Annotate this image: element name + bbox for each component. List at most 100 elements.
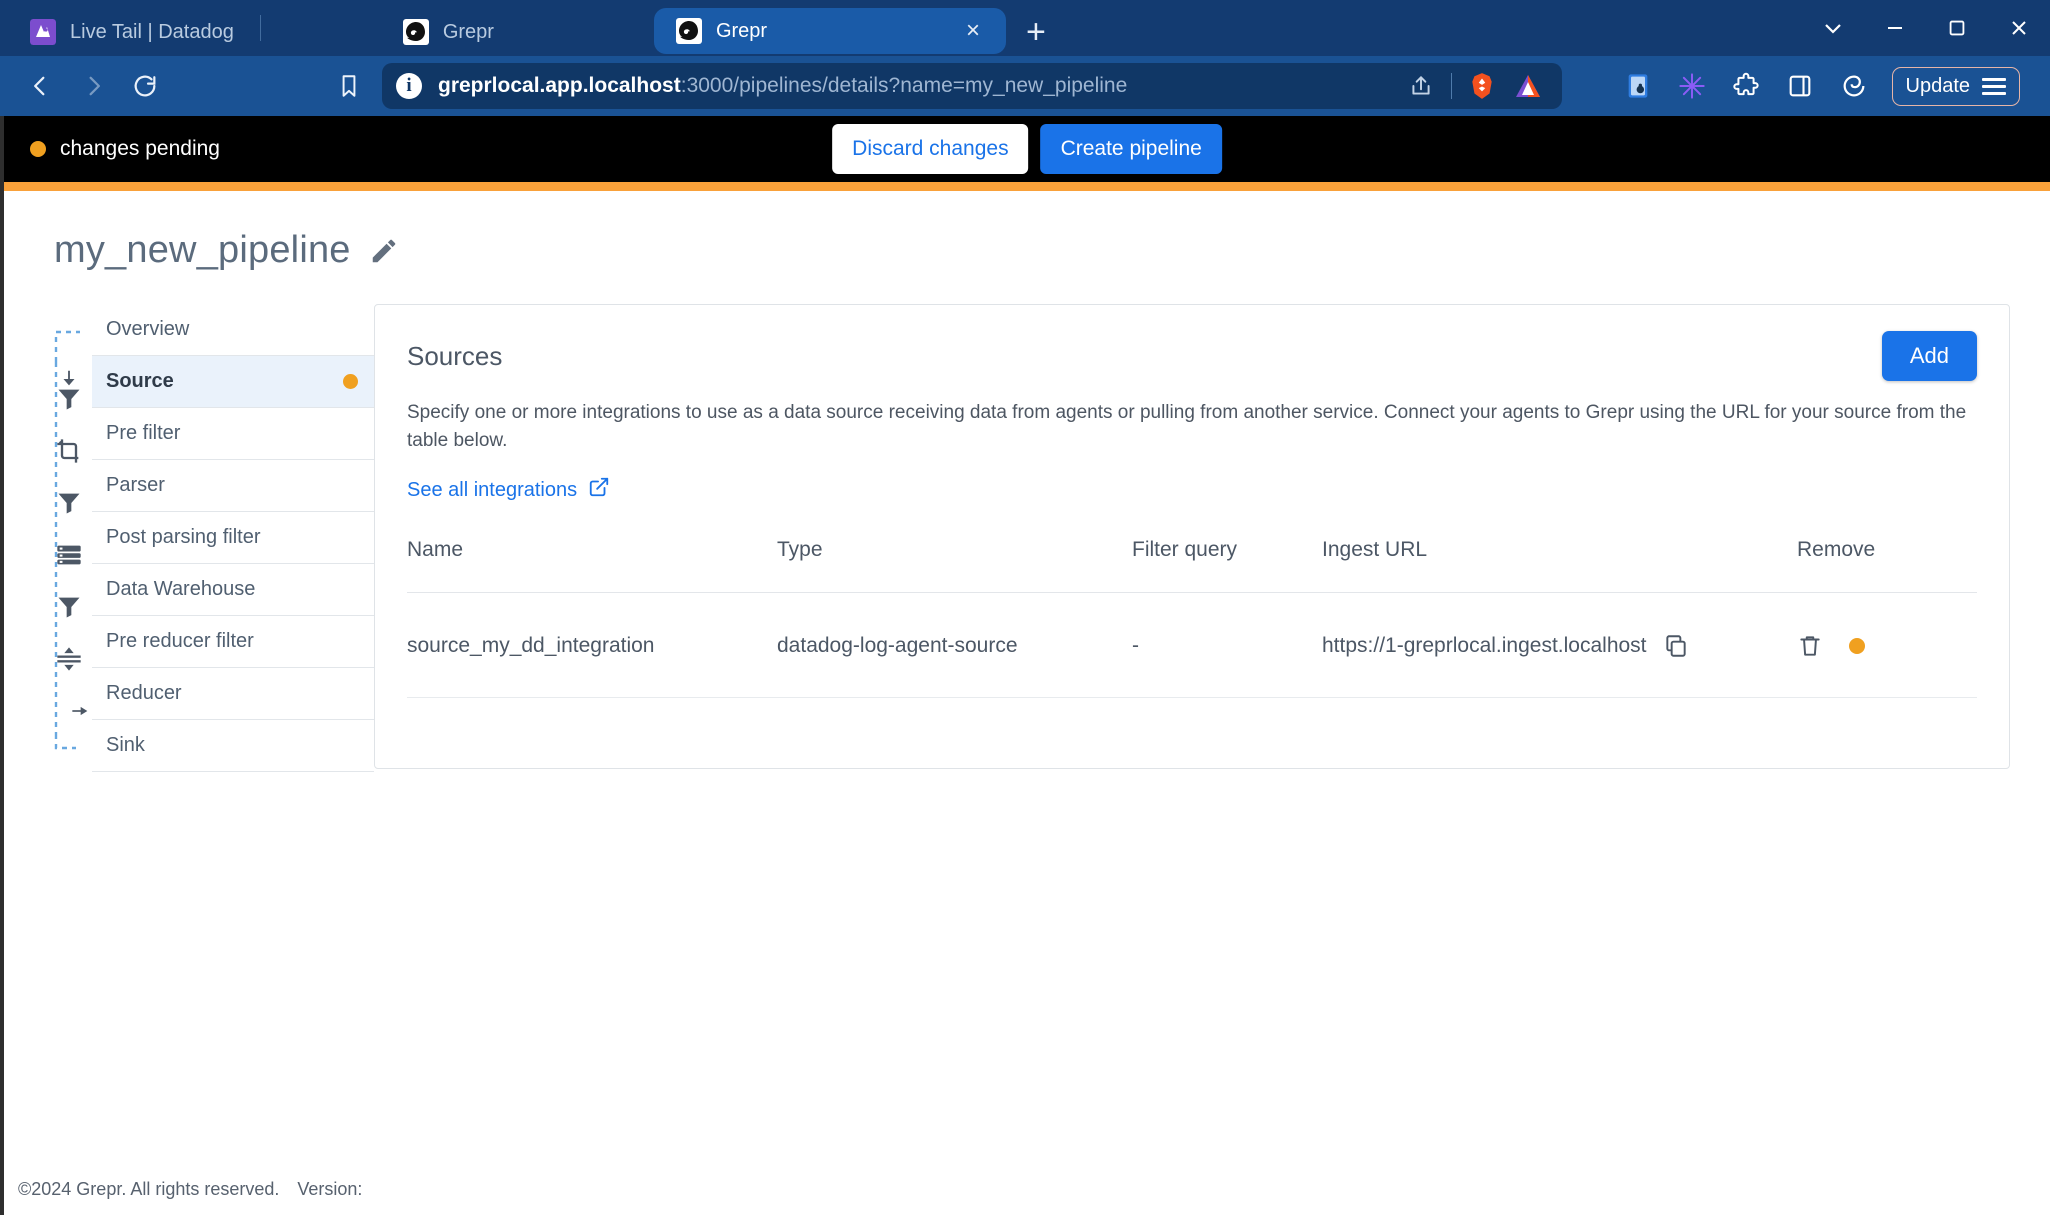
tab-live-tail-datadog[interactable]: Live Tail | Datadog [8, 8, 256, 56]
tab-title: Grepr [442, 20, 494, 43]
banner-actions: Discard changes Create pipeline [832, 124, 1222, 174]
discard-changes-button[interactable]: Discard changes [832, 124, 1029, 174]
sources-description: Specify one or more integrations to use … [407, 402, 1967, 451]
minimize-icon[interactable] [1864, 0, 1926, 56]
copy-icon[interactable] [1663, 633, 1689, 659]
page-viewport: changes pending Discard changes Create p… [0, 116, 2050, 1215]
pending-dot-icon [1849, 638, 1865, 655]
sidebar-item-reducer[interactable]: Reducer [92, 668, 374, 720]
close-icon[interactable]: × [962, 19, 984, 43]
cell-source-type: datadog-log-agent-source [777, 592, 1132, 699]
add-source-button[interactable]: Add [1881, 331, 1977, 381]
sidebar-item-pre-filter[interactable]: Pre filter [92, 408, 374, 460]
puzzle-extensions-icon[interactable] [1730, 70, 1762, 102]
tab-separator [259, 15, 261, 41]
browser-toolbar: i greprlocal.app.localhost:3000/pipeline… [0, 56, 2050, 116]
accent-rule [4, 182, 2050, 191]
sidebar-item-label: Pre reducer filter [106, 630, 254, 652]
funnel-icon [52, 486, 86, 520]
tab-grepr-active[interactable]: Grepr × [653, 8, 1006, 54]
browser-window: Live Tail | Datadog Grepr Grepr × + i gr… [0, 0, 2050, 1215]
update-label: Update [1905, 74, 1971, 97]
cell-filter-query: - [1132, 592, 1322, 699]
sources-card-header: Sources Add [407, 331, 1977, 381]
sources-table-body: source_my_dd_integration datadog-log-age… [407, 592, 1977, 699]
page-title: my_new_pipeline [54, 229, 351, 271]
grepr-favicon [675, 18, 702, 44]
sidebar-item-overview[interactable]: Overview [92, 304, 374, 356]
new-tab-button[interactable]: + [1014, 10, 1058, 54]
sidebar-item-pre-reducer-filter[interactable]: Pre reducer filter [92, 616, 374, 668]
share-icon[interactable] [1405, 70, 1437, 102]
update-button[interactable]: Update [1891, 66, 2020, 106]
purple-starburst-icon[interactable] [1676, 70, 1708, 102]
sources-table: Name Type Filter query Ingest URL Remove… [407, 538, 1977, 699]
pipeline-stage-list: Overview Source Pre filter Parser Post p… [92, 304, 374, 772]
sidebar-item-label: Source [106, 370, 174, 392]
footer-copyright: ©2024 Grepr. All rights reserved. [18, 1178, 280, 1199]
address-bar[interactable]: i greprlocal.app.localhost:3000/pipeline… [382, 63, 1562, 109]
trash-icon[interactable] [1797, 633, 1823, 659]
main-content: Overview Source Pre filter Parser Post p… [4, 272, 2050, 772]
column-header-remove: Remove [1797, 538, 1977, 594]
url-divider [1451, 73, 1452, 99]
datadog-favicon [30, 19, 56, 45]
sidebar-item-label: Parser [106, 474, 165, 496]
reload-icon[interactable] [122, 63, 168, 109]
tab-grepr-1[interactable]: Grepr [381, 8, 516, 56]
see-all-label: See all integrations [407, 478, 578, 501]
back-icon[interactable] [18, 63, 64, 109]
ingest-url-text: https://1-greprlocal.ingest.localhost [1322, 634, 1647, 658]
status-dot-icon [30, 141, 46, 157]
sidebar-item-parser[interactable]: Parser [92, 460, 374, 512]
brave-rewards-icon[interactable] [1838, 70, 1870, 102]
column-header-filter-query: Filter query [1132, 538, 1322, 594]
sidebar-item-sink[interactable]: Sink [92, 720, 374, 772]
sources-table-head: Name Type Filter query Ingest URL Remove [407, 538, 1977, 594]
crop-icon [52, 434, 86, 468]
toolbar-extensions: Update [1622, 66, 2033, 106]
hamburger-menu-icon[interactable] [1982, 77, 2006, 95]
url-text: greprlocal.app.localhost:3000/pipelines/… [438, 74, 1389, 98]
pending-changes-banner: changes pending Discard changes Create p… [4, 116, 2050, 182]
table-row[interactable]: source_my_dd_integration datadog-log-age… [407, 592, 1977, 699]
leo-ai-triangle-icon[interactable] [1512, 70, 1544, 102]
close-icon[interactable] [1988, 0, 2050, 56]
info-circle-icon[interactable]: i [396, 73, 422, 99]
sidebar-item-label: Data Warehouse [106, 578, 256, 600]
chevron-down-icon[interactable] [1802, 0, 1864, 56]
url-path: :3000/pipelines/details?name=my_new_pipe… [680, 74, 1128, 97]
bookmark-icon[interactable] [326, 63, 372, 109]
sidebar-item-source[interactable]: Source [92, 356, 374, 408]
create-pipeline-button[interactable]: Create pipeline [1040, 124, 1222, 174]
column-header-name: Name [407, 538, 777, 594]
brave-lion-icon[interactable] [1466, 70, 1498, 102]
sidebar-item-label: Overview [106, 318, 190, 340]
column-header-ingest-url: Ingest URL [1322, 538, 1797, 594]
url-actions [1405, 70, 1548, 102]
sidebar-panel-icon[interactable] [1784, 70, 1816, 102]
sidebar-item-label: Reducer [106, 682, 182, 704]
tab-title: Grepr [715, 19, 768, 42]
maximize-icon[interactable] [1926, 0, 1988, 56]
sources-title: Sources [407, 341, 503, 371]
sidebar-item-label: Pre filter [106, 422, 181, 444]
sidebar-item-data-warehouse[interactable]: Data Warehouse [92, 564, 374, 616]
pending-dot-icon [343, 374, 358, 389]
cell-source-name: source_my_dd_integration [407, 592, 777, 699]
window-controls [1802, 0, 2050, 56]
sources-card: Sources Add Specify one or more integrat… [374, 304, 2010, 769]
password-manager-icon[interactable] [1622, 70, 1654, 102]
reduce-icon [52, 642, 86, 676]
sidebar-item-post-parsing-filter[interactable]: Post parsing filter [92, 512, 374, 564]
grepr-favicon [402, 19, 429, 45]
banner-status: changes pending [30, 137, 220, 161]
forward-icon[interactable] [70, 63, 116, 109]
column-header-type: Type [777, 538, 1132, 594]
page-header: my_new_pipeline [4, 191, 2050, 272]
tab-strip: Live Tail | Datadog Grepr Grepr × + [0, 0, 2050, 56]
pencil-icon[interactable] [369, 236, 399, 266]
see-all-integrations-link[interactable]: See all integrations [407, 476, 610, 504]
funnel-icon [52, 590, 86, 624]
status-badge: changes pending [60, 137, 220, 160]
